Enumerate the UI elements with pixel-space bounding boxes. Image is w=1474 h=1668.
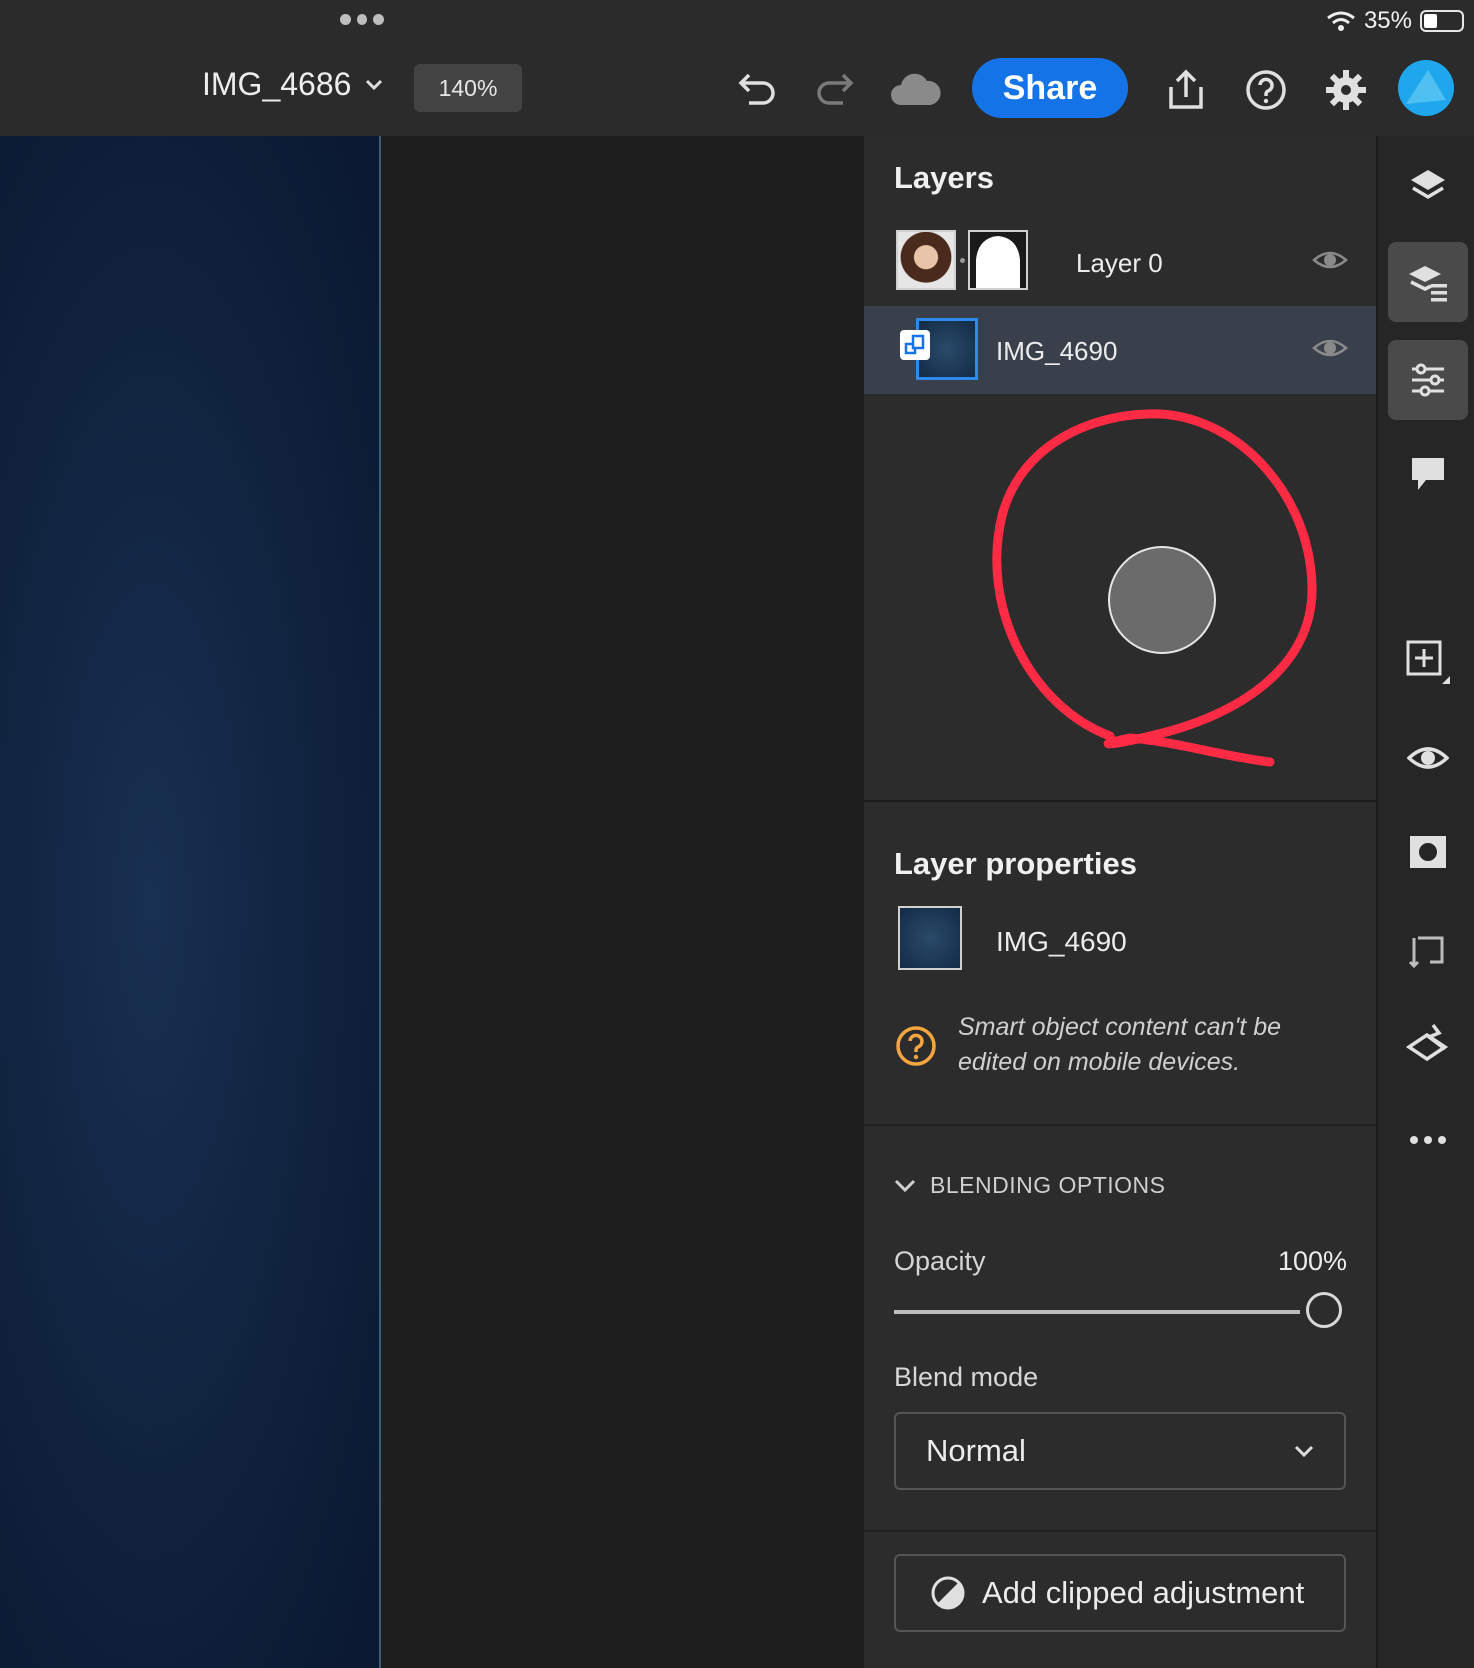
chevron-down-icon	[1294, 1445, 1314, 1457]
gear-icon	[1326, 70, 1366, 110]
undo-icon	[738, 73, 775, 105]
avatar[interactable]	[1398, 60, 1454, 116]
properties-thumbnail	[898, 906, 962, 970]
transform-icon	[1408, 936, 1444, 968]
redo-button[interactable]	[810, 64, 862, 116]
export-icon	[1169, 69, 1203, 109]
export-button[interactable]	[1160, 64, 1212, 116]
canvas-background[interactable]	[381, 136, 864, 1668]
comments-button[interactable]	[1388, 434, 1468, 514]
battery-fill	[1424, 14, 1437, 28]
more-tools-button[interactable]	[1388, 1100, 1468, 1180]
smart-object-icon	[900, 330, 930, 360]
blend-mode-value: Normal	[926, 1433, 1026, 1468]
layer-row[interactable]: Layer 0	[864, 218, 1376, 306]
layer-properties-button[interactable]	[1388, 242, 1468, 322]
opacity-slider-track[interactable]	[894, 1310, 1300, 1314]
visibility-icon	[1407, 747, 1449, 769]
chevron-down-icon	[366, 79, 383, 90]
layer-row-selected[interactable]: IMG_4690	[864, 306, 1376, 394]
layers-title: Layers	[894, 160, 994, 195]
opacity-value: 100%	[1278, 1246, 1348, 1276]
eye-icon[interactable]	[1312, 330, 1348, 366]
blending-options-label: BLENDING OPTIONS	[930, 1172, 1166, 1198]
layer-name: IMG_4690	[996, 336, 1118, 366]
eraser-icon	[1405, 1023, 1449, 1062]
multitask-dots-icon[interactable]	[340, 14, 385, 26]
zoom-level-button[interactable]: 140%	[414, 64, 522, 112]
info-line-1: Smart object content can't be	[958, 1013, 1282, 1041]
wifi-icon	[1327, 11, 1355, 31]
more-icon	[1410, 1136, 1446, 1144]
visibility-button[interactable]	[1388, 718, 1468, 798]
properties-layer-name: IMG_4690	[996, 926, 1127, 957]
layer-drop-indicator[interactable]	[1108, 546, 1216, 654]
transform-button[interactable]	[1388, 908, 1468, 988]
comments-icon	[1412, 458, 1444, 490]
add-layer-icon	[1406, 640, 1450, 684]
blending-options-toggle[interactable]: BLENDING OPTIONS	[894, 1172, 1165, 1199]
tool-rail	[1376, 136, 1474, 1668]
battery-icon	[1420, 10, 1464, 32]
cloud-icon	[891, 73, 941, 105]
section-divider	[864, 1124, 1376, 1126]
document-title: IMG_4686	[202, 66, 352, 102]
help-icon	[1246, 70, 1286, 110]
layer-properties-icon	[1409, 266, 1447, 302]
eraser-button[interactable]	[1388, 1002, 1468, 1082]
adjustments-button[interactable]	[1388, 340, 1468, 420]
layer-name: Layer 0	[1076, 248, 1163, 278]
opacity-label: Opacity	[894, 1246, 986, 1276]
add-clipped-adjustment-button[interactable]: Add clipped adjustment	[894, 1554, 1346, 1632]
help-button[interactable]	[1240, 64, 1292, 116]
adjustments-icon	[1412, 363, 1444, 397]
status-bar: 35%	[1326, 6, 1464, 36]
add-clipped-adjustment-label: Add clipped adjustment	[982, 1575, 1305, 1610]
document-title-button[interactable]: IMG_4686	[202, 66, 383, 103]
eye-icon[interactable]	[1312, 242, 1348, 278]
info-line-2: edited on mobile devices.	[958, 1048, 1241, 1076]
layer-mask-thumbnail	[968, 230, 1028, 290]
share-label: Share	[1002, 68, 1098, 107]
warning-help-icon	[896, 1026, 936, 1066]
battery-percent: 35%	[1363, 7, 1412, 34]
zoom-level: 140%	[438, 74, 498, 101]
smart-object-info: Smart object content can't be edited on …	[958, 1010, 1281, 1080]
layer-properties-title: Layer properties	[894, 846, 1137, 881]
section-divider	[864, 1530, 1376, 1532]
mask-icon	[1410, 836, 1446, 868]
settings-button[interactable]	[1320, 64, 1372, 116]
adjustment-icon	[931, 1576, 965, 1610]
mask-button[interactable]	[1388, 812, 1468, 892]
blend-mode-select[interactable]: Normal	[894, 1412, 1346, 1490]
cloud-status[interactable]	[888, 64, 942, 116]
add-layer-button[interactable]	[1388, 622, 1468, 702]
opacity-slider-knob[interactable]	[1306, 1292, 1342, 1328]
blend-mode-label: Blend mode	[894, 1362, 1039, 1392]
undo-button[interactable]	[730, 64, 782, 116]
layer-thumbnail	[896, 230, 956, 290]
layers-button[interactable]	[1388, 146, 1468, 226]
redo-icon	[817, 73, 854, 105]
share-button[interactable]: Share	[972, 58, 1128, 118]
layers-icon	[1411, 170, 1445, 200]
mask-link-icon	[960, 258, 965, 263]
canvas-image[interactable]	[0, 136, 381, 1668]
chevron-down-icon	[894, 1179, 916, 1192]
